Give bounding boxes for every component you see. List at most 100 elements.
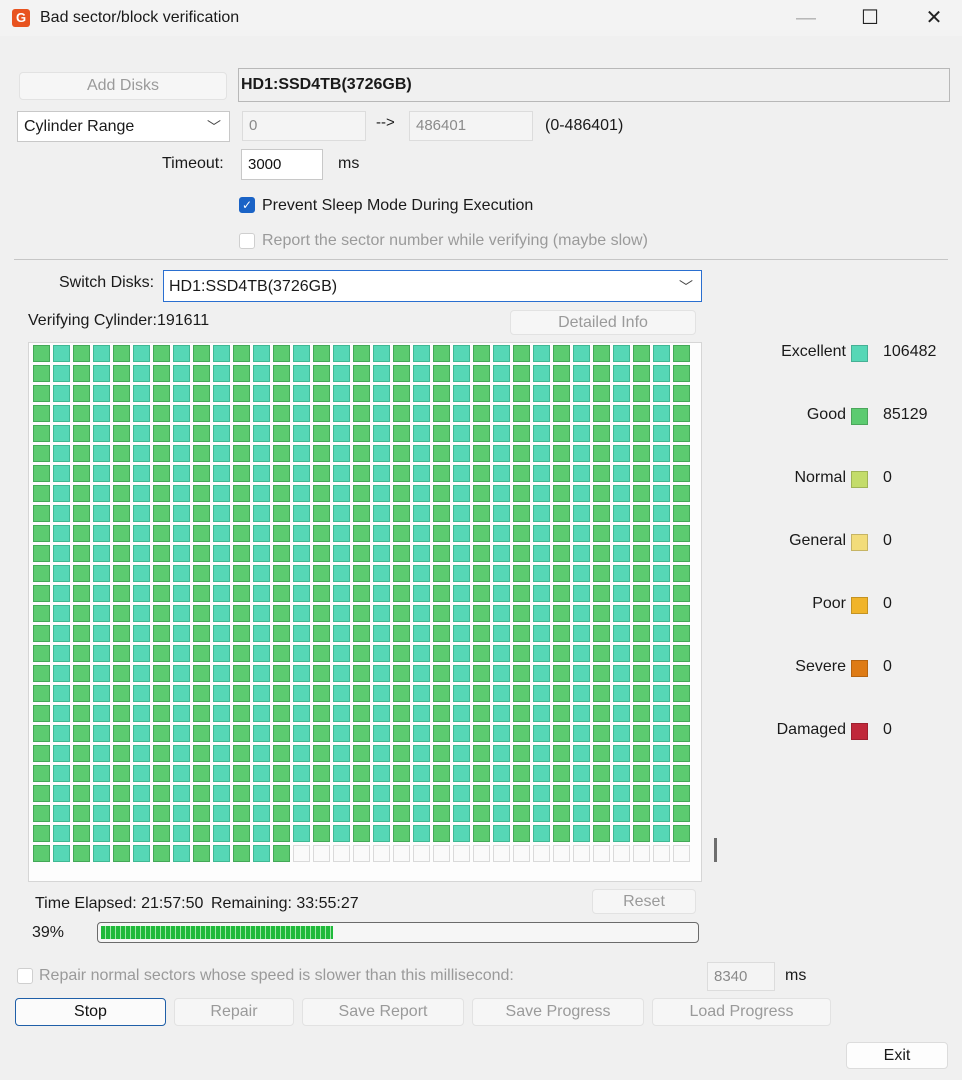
switch-disks-select[interactable]: HD1:SSD4TB(3726GB) ﹀ (163, 270, 702, 302)
repair-slow-checkbox[interactable] (17, 968, 33, 984)
sector-cell (293, 465, 310, 482)
sector-cell (413, 485, 430, 502)
sector-cell (133, 425, 150, 442)
sector-cell (213, 445, 230, 462)
sector-cell (613, 465, 630, 482)
sector-cell (553, 705, 570, 722)
sector-cell (413, 745, 430, 762)
range-end-field[interactable]: 486401 (409, 111, 533, 141)
sector-cell (153, 785, 170, 802)
sector-cell (253, 845, 270, 862)
sector-cell (473, 725, 490, 742)
sector-cell (33, 705, 50, 722)
sector-cell (533, 385, 550, 402)
progress-bar (97, 922, 699, 943)
sector-map-scrollbar[interactable] (714, 838, 717, 862)
sector-cell (433, 625, 450, 642)
sector-cell (33, 825, 50, 842)
sector-cell (273, 385, 290, 402)
sector-cell (593, 685, 610, 702)
sector-cell (93, 585, 110, 602)
sector-cell (213, 385, 230, 402)
sector-cell (393, 445, 410, 462)
sector-cell (373, 625, 390, 642)
sector-cell (653, 365, 670, 382)
sector-cell (93, 645, 110, 662)
sector-cell (613, 765, 630, 782)
stop-button[interactable]: Stop (15, 998, 166, 1026)
range-arrow: --> (376, 114, 395, 131)
sector-cell (293, 825, 310, 842)
sector-cell (593, 725, 610, 742)
sector-cell (593, 705, 610, 722)
sector-cell (493, 505, 510, 522)
sector-cell (573, 405, 590, 422)
maximize-button[interactable]: ☐ (846, 0, 894, 36)
sector-cell (393, 665, 410, 682)
sector-cell (173, 385, 190, 402)
sector-cell (473, 565, 490, 582)
add-disks-button[interactable]: Add Disks (19, 72, 227, 100)
sector-cell (493, 625, 510, 642)
sector-cell (273, 425, 290, 442)
sector-cell (513, 405, 530, 422)
timeout-input[interactable]: 3000 (241, 149, 323, 180)
sector-cell (73, 365, 90, 382)
repair-threshold-field[interactable]: 8340 (707, 962, 775, 991)
sector-cell (533, 445, 550, 462)
sector-cell (333, 345, 350, 362)
sector-cell (513, 525, 530, 542)
sector-cell (93, 805, 110, 822)
reset-button[interactable]: Reset (592, 889, 696, 914)
sector-cell (453, 685, 470, 702)
sector-cell (553, 665, 570, 682)
sector-cell (553, 505, 570, 522)
prevent-sleep-checkbox[interactable]: ✓ (239, 197, 255, 213)
detailed-info-button[interactable]: Detailed Info (510, 310, 696, 335)
sector-cell (53, 465, 70, 482)
legend-swatch (851, 408, 868, 425)
sector-cell (653, 845, 670, 862)
exit-button[interactable]: Exit (846, 1042, 948, 1069)
sector-cell (53, 425, 70, 442)
sector-cell (573, 485, 590, 502)
sector-cell (73, 725, 90, 742)
sector-cell (573, 345, 590, 362)
sector-cell (133, 365, 150, 382)
range-mode-select[interactable]: Cylinder Range ﹀ (17, 111, 230, 142)
sector-cell (293, 765, 310, 782)
sector-cell (653, 665, 670, 682)
load-progress-button[interactable]: Load Progress (652, 998, 831, 1026)
sector-cell (573, 805, 590, 822)
legend-value: 0 (883, 532, 892, 549)
sector-cell (273, 845, 290, 862)
sector-cell (73, 665, 90, 682)
sector-cell (273, 705, 290, 722)
sector-cell (373, 365, 390, 382)
save-report-button[interactable]: Save Report (302, 998, 464, 1026)
repair-button[interactable]: Repair (174, 998, 294, 1026)
sector-cell (273, 445, 290, 462)
sector-cell (153, 725, 170, 742)
range-start-field[interactable]: 0 (242, 111, 366, 141)
sector-cell (553, 745, 570, 762)
sector-cell (353, 665, 370, 682)
sector-cell (573, 785, 590, 802)
sector-cell (613, 745, 630, 762)
legend-value: 0 (883, 469, 892, 486)
save-progress-button[interactable]: Save Progress (472, 998, 644, 1026)
sector-cell (213, 745, 230, 762)
sector-cell (113, 565, 130, 582)
close-button[interactable]: ✕ (910, 0, 958, 36)
sector-cell (133, 645, 150, 662)
sector-cell (633, 625, 650, 642)
sector-cell (293, 385, 310, 402)
sector-cell (633, 405, 650, 422)
sector-cell (313, 725, 330, 742)
minimize-button[interactable]: — (782, 0, 830, 36)
sector-cell (313, 825, 330, 842)
sector-cell (373, 585, 390, 602)
report-sector-checkbox[interactable] (239, 233, 255, 249)
sector-cell (73, 765, 90, 782)
sector-cell (253, 365, 270, 382)
